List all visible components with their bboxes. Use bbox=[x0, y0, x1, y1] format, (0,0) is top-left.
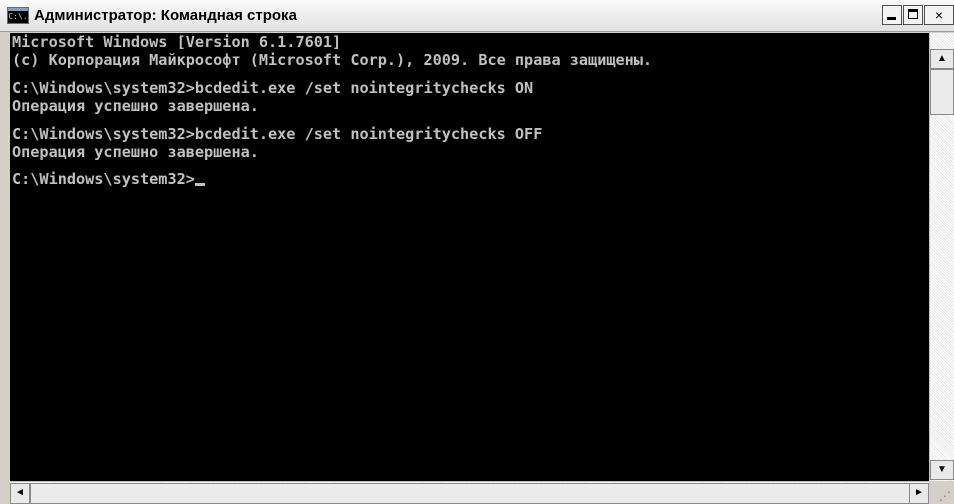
maximize-button[interactable] bbox=[903, 5, 923, 25]
up-arrow-icon: ▲ bbox=[937, 53, 947, 64]
minimize-button[interactable] bbox=[882, 5, 902, 25]
maximize-icon bbox=[908, 9, 918, 19]
console-prompt-line[interactable]: C:\Windows\system32> bbox=[12, 170, 929, 188]
console-line: Microsoft Windows [Version 6.1.7601] bbox=[12, 33, 342, 51]
horizontal-scrollbar[interactable]: ◄ ► bbox=[10, 481, 929, 504]
scroll-up-button[interactable]: ▲ bbox=[930, 49, 954, 69]
scroll-right-button[interactable]: ► bbox=[909, 483, 929, 504]
scroll-down-button[interactable]: ▼ bbox=[930, 460, 954, 480]
cmd-window: C:\. Администратор: Командная строка × M… bbox=[0, 0, 954, 504]
console-line: C:\Windows\system32>bcdedit.exe /set noi… bbox=[12, 124, 543, 143]
console-output[interactable]: Microsoft Windows [Version 6.1.7601] (c) … bbox=[10, 33, 929, 481]
down-arrow-icon: ▼ bbox=[937, 464, 947, 475]
right-arrow-icon: ► bbox=[914, 487, 924, 498]
vertical-scroll-thumb[interactable] bbox=[930, 69, 954, 115]
vertical-scrollbar[interactable]: ▲ ▼ bbox=[929, 33, 954, 481]
title-bar[interactable]: C:\. Администратор: Командная строка × bbox=[0, 0, 954, 32]
console-line: Операция успешно завершена. bbox=[12, 97, 259, 116]
close-icon: × bbox=[934, 7, 944, 23]
console-line: Операция успешно завершена. bbox=[12, 142, 259, 161]
window-title: Администратор: Командная строка bbox=[34, 7, 297, 24]
horizontal-scroll-thumb[interactable] bbox=[30, 483, 910, 504]
console-line: C:\Windows\system32>bcdedit.exe /set noi… bbox=[12, 78, 534, 97]
resize-grip[interactable] bbox=[929, 481, 954, 504]
cmd-icon[interactable]: C:\. bbox=[7, 7, 29, 24]
console-prompt: C:\Windows\system32> bbox=[12, 170, 195, 189]
close-button[interactable]: × bbox=[924, 5, 954, 25]
text-cursor bbox=[194, 183, 205, 187]
minimize-icon bbox=[887, 17, 896, 20]
scroll-left-button[interactable]: ◄ bbox=[10, 483, 30, 504]
left-arrow-icon: ◄ bbox=[15, 487, 25, 498]
console-line: (c) Корпорация Майкрософт (Microsoft Cor… bbox=[12, 51, 653, 70]
